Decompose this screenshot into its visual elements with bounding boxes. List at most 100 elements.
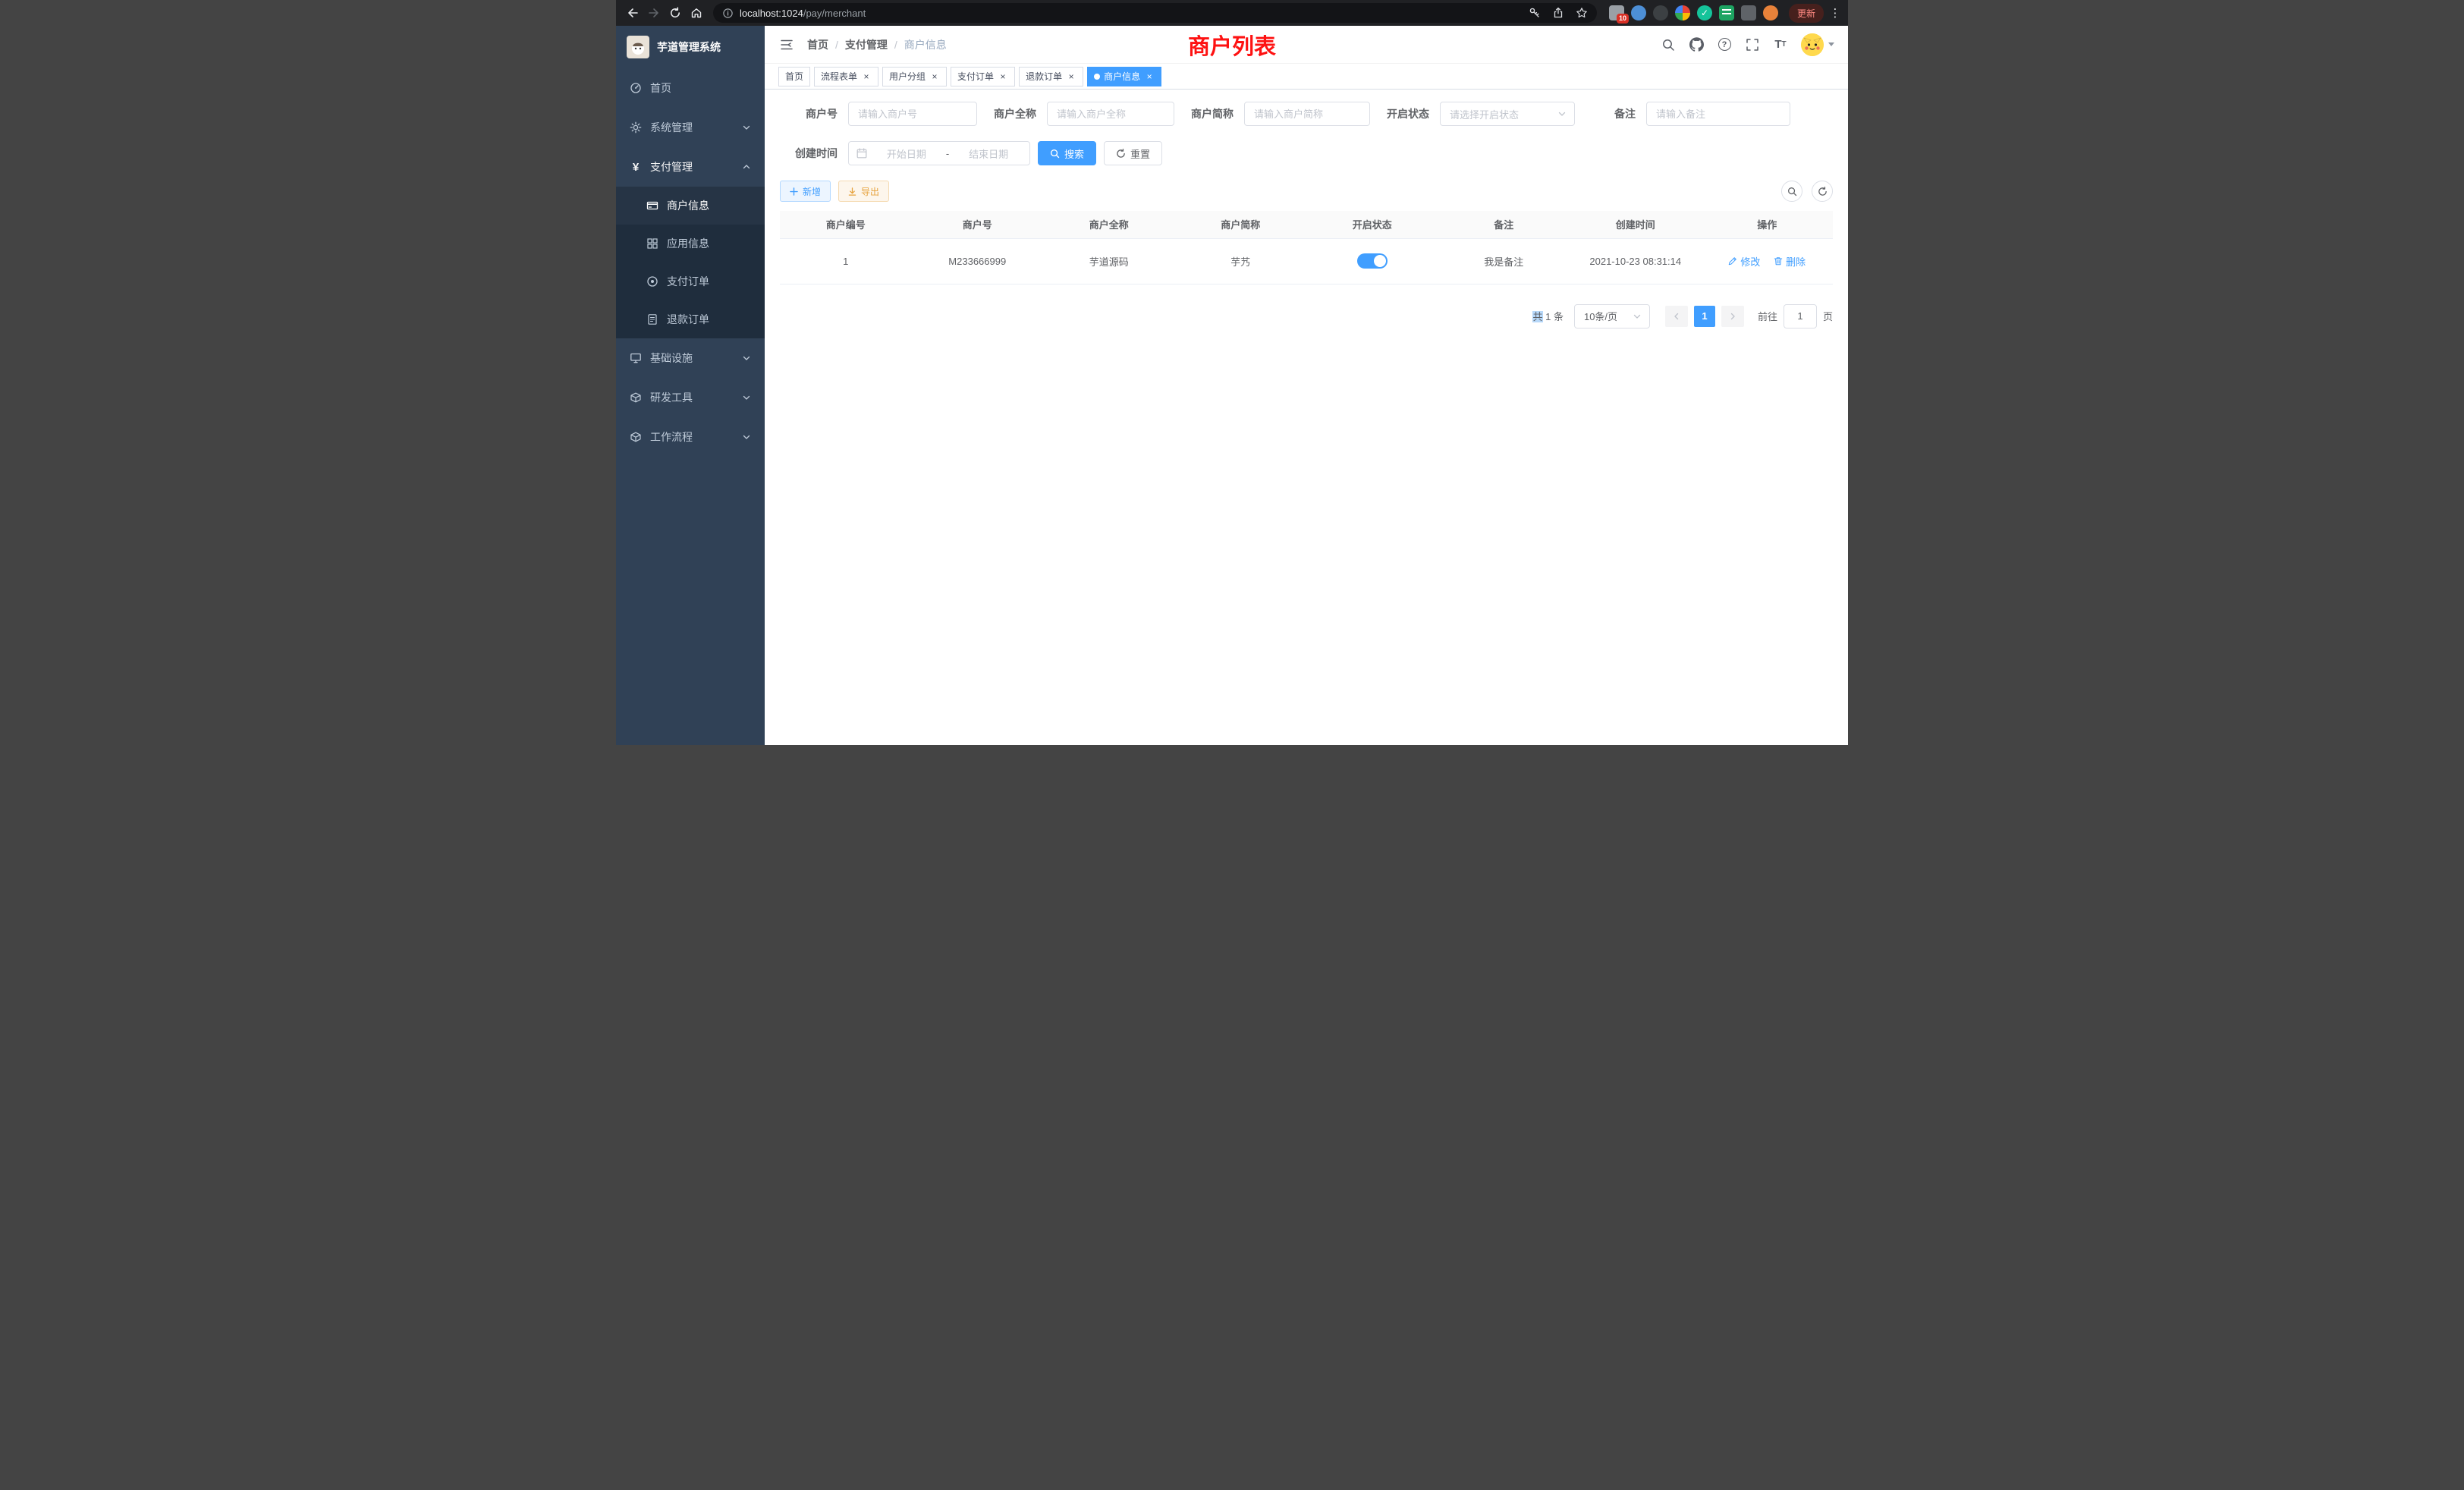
- sidebar-item-system[interactable]: 系统管理: [616, 108, 765, 147]
- export-button[interactable]: 导出: [838, 181, 889, 202]
- next-page-button[interactable]: [1721, 306, 1744, 327]
- search-button[interactable]: 搜索: [1038, 141, 1096, 165]
- field-label: 创建时间: [780, 146, 838, 161]
- col-status: 开启状态: [1306, 211, 1438, 238]
- fullscreen-icon[interactable]: [1745, 37, 1760, 52]
- browser-update-button[interactable]: 更新: [1789, 4, 1824, 23]
- edit-link[interactable]: 修改: [1728, 254, 1760, 269]
- yen-icon: [630, 161, 642, 173]
- page-1-button[interactable]: 1: [1694, 306, 1715, 327]
- prev-page-button[interactable]: [1665, 306, 1688, 327]
- toggle-search-button[interactable]: [1781, 181, 1802, 202]
- col-merchant-no: 商户号: [912, 211, 1044, 238]
- sidebar-item-pay-order[interactable]: 支付订单: [616, 262, 765, 300]
- cell-short-name: 芋艿: [1175, 238, 1307, 284]
- close-icon[interactable]: [929, 71, 940, 82]
- tab-merchant-info[interactable]: 商户信息: [1087, 67, 1161, 86]
- user-menu[interactable]: [1801, 33, 1834, 56]
- extension-notes-icon[interactable]: [1719, 5, 1734, 20]
- extension-badge: 10: [1617, 14, 1629, 24]
- close-icon[interactable]: [998, 71, 1008, 82]
- help-icon[interactable]: [1717, 37, 1732, 52]
- close-icon[interactable]: [1144, 71, 1155, 82]
- browser-toolbar: localhost:1024/pay/merchant 10: [616, 0, 1848, 26]
- sidebar-logo[interactable]: 芋道管理系统: [616, 26, 765, 68]
- sidebar-item-infrastructure[interactable]: 基础设施: [616, 338, 765, 378]
- dashboard-icon: [630, 82, 642, 94]
- breadcrumb-payment[interactable]: 支付管理: [845, 37, 888, 52]
- short-name-input[interactable]: [1244, 102, 1370, 126]
- extension-colorful-icon[interactable]: [1675, 5, 1690, 20]
- tab-process-form[interactable]: 流程表单: [814, 67, 878, 86]
- forward-icon[interactable]: [643, 2, 665, 24]
- extension-check-icon[interactable]: [1697, 5, 1712, 20]
- extension-pin-icon[interactable]: [1631, 5, 1646, 20]
- refresh-icon: [1116, 149, 1126, 159]
- browser-menu-dots-icon[interactable]: [1828, 6, 1842, 20]
- export-button-label: 导出: [861, 185, 879, 198]
- sidebar-item-devtools[interactable]: 研发工具: [616, 378, 765, 417]
- github-icon[interactable]: [1689, 37, 1704, 52]
- status-select[interactable]: 请选择开启状态: [1440, 102, 1575, 126]
- extension-dark-icon[interactable]: [1653, 5, 1668, 20]
- full-name-input[interactable]: [1047, 102, 1174, 126]
- sidebar-item-payment[interactable]: 支付管理: [616, 147, 765, 187]
- toolbar-right: [1781, 181, 1833, 202]
- sidebar-item-label: 研发工具: [650, 390, 693, 405]
- page-size-select[interactable]: 10条/页: [1574, 304, 1650, 328]
- tab-home[interactable]: 首页: [778, 67, 810, 86]
- tab-label: 商户信息: [1104, 70, 1140, 83]
- font-size-icon[interactable]: [1773, 37, 1788, 52]
- status-toggle[interactable]: [1357, 253, 1388, 269]
- sidebar-item-app-info[interactable]: 应用信息: [616, 225, 765, 262]
- home-icon[interactable]: [686, 2, 707, 24]
- tags-view: 首页 流程表单 用户分组 支付订单 退款订单 商户信息: [765, 64, 1848, 90]
- date-range-picker[interactable]: 开始日期 - 结束日期: [848, 141, 1030, 165]
- sidebar-item-refund-order[interactable]: 退款订单: [616, 300, 765, 338]
- sidebar-item-merchant-info[interactable]: 商户信息: [616, 187, 765, 225]
- circle-dot-icon: [646, 275, 658, 288]
- tab-pay-order[interactable]: 支付订单: [951, 67, 1015, 86]
- user-avatar[interactable]: [1801, 33, 1824, 56]
- delete-link[interactable]: 删除: [1774, 254, 1806, 269]
- merchant-no-input[interactable]: [848, 102, 977, 126]
- breadcrumb-home[interactable]: 首页: [807, 37, 828, 52]
- sidebar-item-workflow[interactable]: 工作流程: [616, 417, 765, 457]
- cell-merchant-id: 1: [780, 238, 912, 284]
- password-key-icon[interactable]: [1529, 7, 1541, 19]
- back-icon[interactable]: [622, 2, 643, 24]
- filter-row-1: 商户号 商户全称 商户简称 开启状态: [780, 102, 1833, 126]
- sidebar: 芋道管理系统 首页 系统管理 支付管理: [616, 26, 765, 745]
- reset-button[interactable]: 重置: [1104, 141, 1162, 165]
- refresh-button[interactable]: [1812, 181, 1833, 202]
- extensions-icon[interactable]: 10: [1609, 5, 1624, 20]
- close-icon[interactable]: [861, 71, 872, 82]
- add-button[interactable]: 新增: [780, 181, 831, 202]
- extension-puzzle-icon[interactable]: [1741, 5, 1756, 20]
- extension-avatar-icon[interactable]: [1763, 5, 1778, 20]
- app-title: 芋道管理系统: [657, 39, 721, 55]
- hamburger-icon[interactable]: [778, 36, 795, 53]
- sidebar-item-home[interactable]: 首页: [616, 68, 765, 108]
- tab-user-group[interactable]: 用户分组: [882, 67, 947, 86]
- address-bar[interactable]: localhost:1024/pay/merchant: [713, 3, 1597, 23]
- tab-refund-order[interactable]: 退款订单: [1019, 67, 1083, 86]
- sidebar-item-label: 基础设施: [650, 350, 693, 366]
- pagination: 共 1 条 10条/页 1 前往: [780, 304, 1833, 328]
- remark-input[interactable]: [1646, 102, 1790, 126]
- filter-status: 开启状态 请选择开启状态: [1387, 102, 1575, 126]
- tab-label: 首页: [785, 70, 803, 83]
- col-full-name: 商户全称: [1043, 211, 1175, 238]
- goto-page-input[interactable]: [1784, 304, 1817, 328]
- share-icon[interactable]: [1552, 7, 1564, 19]
- close-icon[interactable]: [1066, 71, 1076, 82]
- info-icon[interactable]: [722, 8, 734, 19]
- page-size-value: 10条/页: [1584, 309, 1633, 323]
- navbar-actions: [1661, 33, 1834, 56]
- bookmark-star-icon[interactable]: [1576, 7, 1588, 19]
- logo-avatar: [627, 36, 649, 58]
- delete-icon: [1774, 256, 1783, 266]
- reset-button-label: 重置: [1130, 146, 1150, 161]
- search-icon[interactable]: [1661, 37, 1676, 52]
- reload-icon[interactable]: [665, 2, 686, 24]
